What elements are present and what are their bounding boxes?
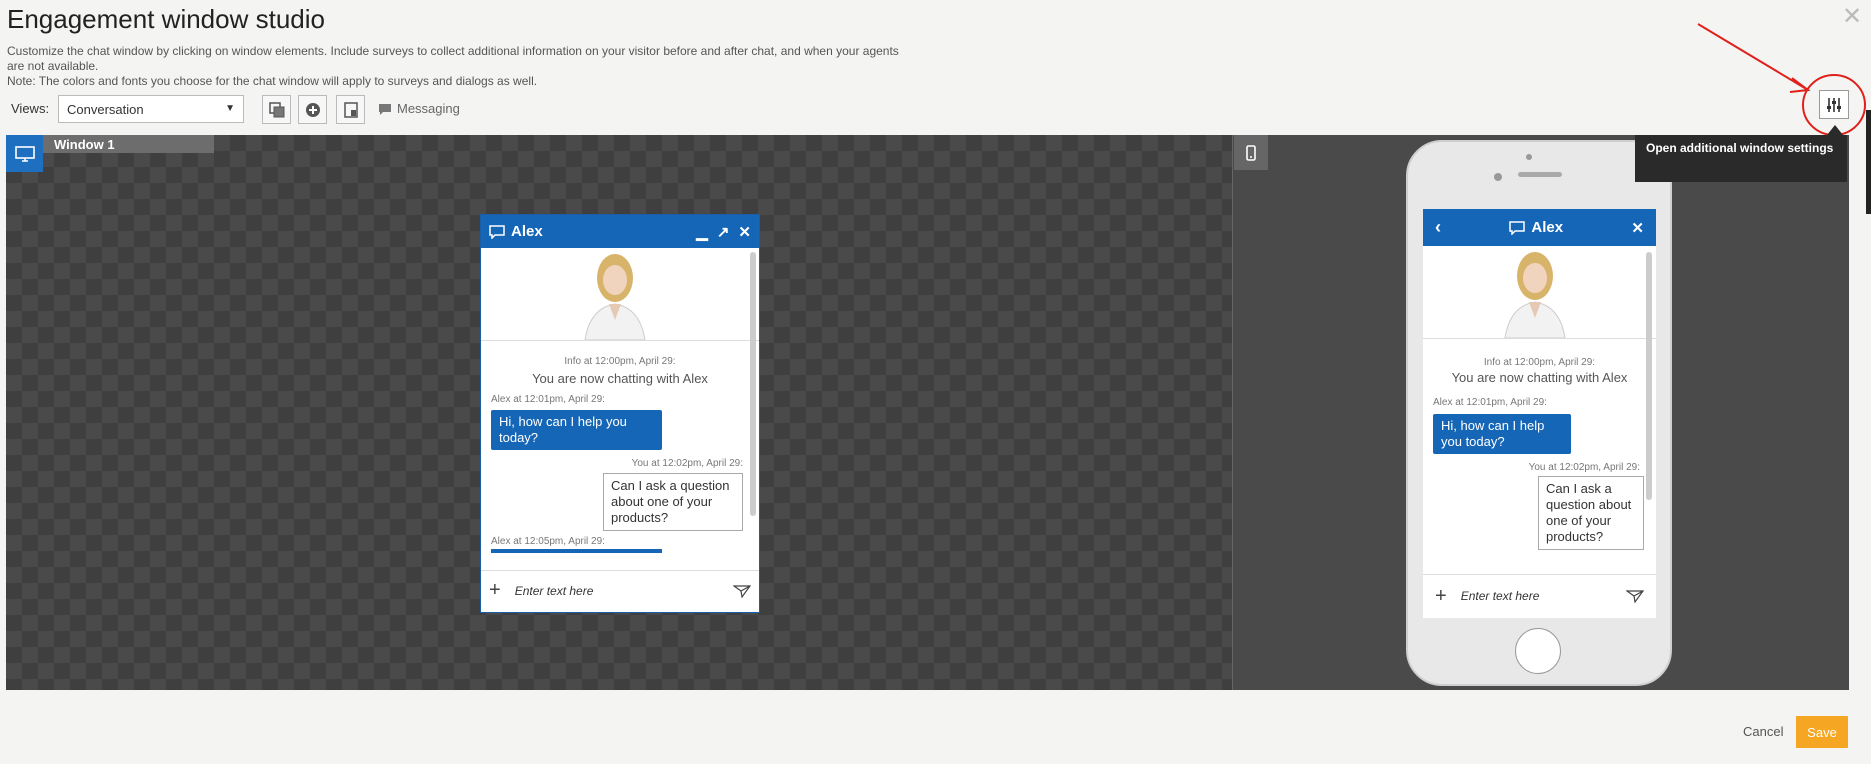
- page-scrollbar[interactable]: [1866, 110, 1871, 214]
- chat-scrollbar[interactable]: [750, 252, 756, 516]
- send-icon[interactable]: [1626, 589, 1644, 603]
- page-description: Customize the chat window by clicking on…: [7, 44, 937, 89]
- panel-icon: [343, 101, 358, 118]
- message-meta: You at 12:02pm, April 29:: [631, 458, 743, 469]
- agent-message: Hi, how can I help you today?: [491, 410, 662, 450]
- minimize-icon[interactable]: ▁: [696, 223, 708, 241]
- settings-tooltip: Open additional window settings: [1635, 135, 1847, 182]
- monitor-icon: [14, 145, 35, 162]
- close-icon[interactable]: ✕: [738, 223, 751, 241]
- mobile-chat-scrollbar[interactable]: [1646, 252, 1652, 500]
- views-select[interactable]: Conversation ▼: [58, 95, 244, 123]
- background-toggle-button[interactable]: [262, 95, 291, 124]
- message-meta: Alex at 12:01pm, April 29:: [1433, 397, 1547, 408]
- system-message: You are now chatting with Alex: [1451, 370, 1628, 385]
- mobile-chat-transcript: Info at 12:00pm, April 29: You are now c…: [1423, 357, 1656, 550]
- chat-transcript: Info at 12:00pm, April 29: You are now c…: [481, 356, 759, 553]
- plus-circle-icon: [305, 102, 320, 117]
- description-line: Customize the chat window by clicking on…: [7, 44, 899, 58]
- message-meta: You at 12:02pm, April 29:: [1528, 462, 1640, 473]
- mobile-chat-window[interactable]: ‹ Alex ✕ Info at 12:00pm, April 29: You …: [1423, 209, 1656, 618]
- visitor-message: Can I ask a question about one of your p…: [1538, 476, 1644, 550]
- back-icon[interactable]: ‹: [1435, 217, 1441, 238]
- popout-icon[interactable]: ↗: [717, 223, 730, 241]
- layout-toggle-button[interactable]: [336, 95, 365, 124]
- views-selected-value: Conversation: [67, 102, 144, 117]
- speech-bubble-icon: [379, 103, 391, 115]
- mobile-chat-input-area[interactable]: + Enter text here: [1423, 574, 1656, 617]
- add-window-button[interactable]: [298, 95, 327, 124]
- agent-message: [491, 549, 662, 553]
- plus-icon[interactable]: +: [489, 579, 501, 602]
- system-message: You are now chatting with Alex: [532, 371, 708, 386]
- messaging-label: Messaging: [397, 101, 460, 116]
- description-line: are not available.: [7, 59, 99, 73]
- window-tab-label: Window 1: [54, 137, 115, 152]
- speech-bubble-icon: [1509, 220, 1526, 235]
- chevron-down-icon: ▼: [225, 103, 235, 114]
- chat-header[interactable]: Alex ▁ ↗ ✕: [481, 215, 759, 248]
- cancel-button[interactable]: Cancel: [1743, 724, 1783, 739]
- agent-photo: [481, 248, 759, 341]
- close-icon[interactable]: ✕: [1631, 219, 1644, 237]
- layers-icon: [268, 101, 284, 117]
- mobile-view-button[interactable]: [1234, 135, 1268, 170]
- agent-avatar: [584, 254, 646, 340]
- page-title: Engagement window studio: [7, 4, 325, 34]
- views-label: Views:: [11, 101, 50, 116]
- phone-home-button: [1515, 628, 1561, 674]
- tooltip-arrow: [1827, 125, 1843, 135]
- plus-icon[interactable]: +: [1435, 585, 1447, 608]
- mobile-chat-header[interactable]: ‹ Alex ✕: [1423, 209, 1656, 246]
- info-timestamp: Info at 12:00pm, April 29:: [564, 356, 676, 367]
- chat-input-area[interactable]: + Enter text here: [481, 570, 759, 610]
- messaging-toggle[interactable]: Messaging: [378, 101, 460, 116]
- message-meta: Alex at 12:01pm, April 29:: [491, 394, 605, 405]
- speech-bubble-icon: [489, 224, 505, 239]
- agent-photo: [1423, 246, 1656, 339]
- agent-message: Hi, how can I help you today?: [1433, 414, 1571, 454]
- annotation-arrow-icon: [1697, 23, 1866, 136]
- visitor-message: Can I ask a question about one of your p…: [603, 473, 743, 531]
- chat-input[interactable]: Enter text here: [515, 584, 733, 598]
- mobile-agent-name: Alex: [1531, 219, 1564, 236]
- desktop-view-button[interactable]: [6, 135, 43, 172]
- info-timestamp: Info at 12:00pm, April 29:: [1483, 357, 1596, 368]
- save-button[interactable]: Save: [1796, 716, 1848, 748]
- agent-avatar: [1504, 252, 1566, 338]
- mobile-chat-input[interactable]: Enter text here: [1461, 589, 1626, 603]
- agent-name: Alex: [511, 223, 543, 240]
- message-meta: Alex at 12:05pm, April 29:: [491, 536, 605, 547]
- smartphone-icon: [1246, 144, 1256, 161]
- chat-window[interactable]: Alex ▁ ↗ ✕ Info at 12:00pm, April 29: Yo…: [480, 214, 760, 613]
- description-note: Note: The colors and fonts you choose fo…: [7, 74, 538, 88]
- send-icon[interactable]: [733, 584, 751, 598]
